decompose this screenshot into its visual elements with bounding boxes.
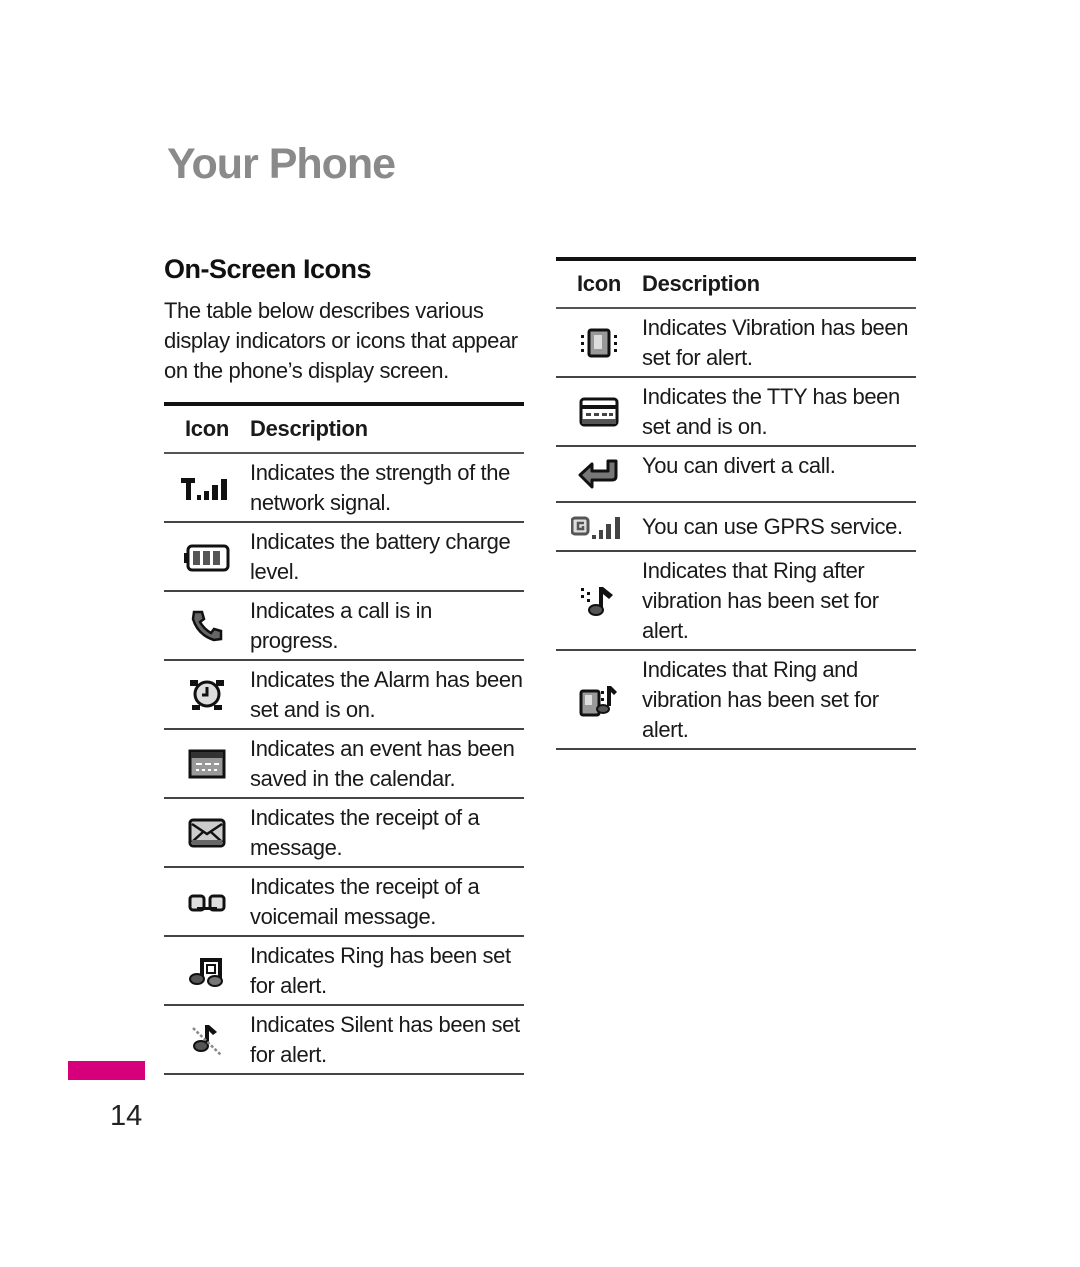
silent-icon [192,1024,222,1056]
table-header-row: Icon Description [164,404,524,453]
message-envelope-icon [188,818,226,848]
header-icon: Icon [184,416,230,441]
table-row: Indicates that Ring after vibration has … [556,551,916,650]
table-row: Indicates an event has been saved in the… [164,729,524,798]
description: Indicates the Alarm has been set and is … [250,667,523,722]
alarm-clock-icon [190,679,224,710]
ring-and-vibration-icon [579,685,617,716]
table-row: Indicates the battery charge level. [164,522,524,591]
table-row: Indicates the strength of the network si… [164,453,524,522]
header-description: Description [250,416,368,441]
signal-strength-icon [181,477,227,500]
chapter-title: Your Phone [167,140,396,188]
table-row: Indicates the receipt of a voicemail mes… [164,867,524,936]
description: Indicates that Ring after vibration has … [642,558,879,643]
vibration-icon [581,328,617,358]
icons-table-right: Icon Description Indicates Vibration has… [556,257,916,750]
table-row: Indicates the TTY has been set and is on… [556,377,916,446]
description: Indicates Silent has been set for alert. [250,1012,520,1067]
table-row: Indicates the receipt of a message. [164,798,524,867]
description: Indicates an event has been saved in the… [250,736,515,791]
description: Indicates the receipt of a message. [250,805,480,860]
battery-icon [184,544,230,572]
table-row: Indicates the Alarm has been set and is … [164,660,524,729]
table-header-row: Icon Description [556,259,916,308]
description: Indicates the strength of the network si… [250,460,510,515]
tty-icon [579,397,619,427]
description: Indicates Ring has been set for alert. [250,943,511,998]
calendar-icon [188,749,226,779]
description: Indicates the TTY has been set and is on… [642,384,900,439]
table-row: Indicates Silent has been set for alert. [164,1005,524,1074]
description: Indicates a call is in progress. [250,598,432,653]
table-row: Indicates that Ring and vibration has be… [556,650,916,749]
table-row: You can divert a call. [556,446,916,502]
description: You can divert a call. [642,453,836,478]
voicemail-icon [188,894,226,912]
description: Indicates the receipt of a voicemail mes… [250,874,480,929]
intro-paragraph: The table below describes various displa… [164,298,518,383]
page-number: 14 [110,1100,143,1132]
table-row: You can use GPRS service. [556,502,916,551]
ring-icon [189,957,223,987]
description: You can use GPRS service. [642,514,903,539]
ring-after-vibration-icon [581,586,613,616]
description: Indicates the battery charge level. [250,529,511,584]
table-row: Indicates a call is in progress. [164,591,524,660]
table-row: Indicates Vibration has been set for ale… [556,308,916,377]
icons-table-left: Icon Description Indicates the strength … [164,402,524,1075]
description: Indicates that Ring and vibration has be… [642,657,879,742]
call-in-progress-icon [191,610,223,641]
call-divert-icon [578,459,618,489]
section-title: On-Screen Icons [164,254,372,284]
description: Indicates Vibration has been set for ale… [642,315,909,370]
gprs-icon [571,516,620,539]
table-row: Indicates Ring has been set for alert. [164,936,524,1005]
header-icon: Icon [576,271,622,296]
page-accent-marker [68,1061,145,1080]
header-description: Description [642,271,760,296]
